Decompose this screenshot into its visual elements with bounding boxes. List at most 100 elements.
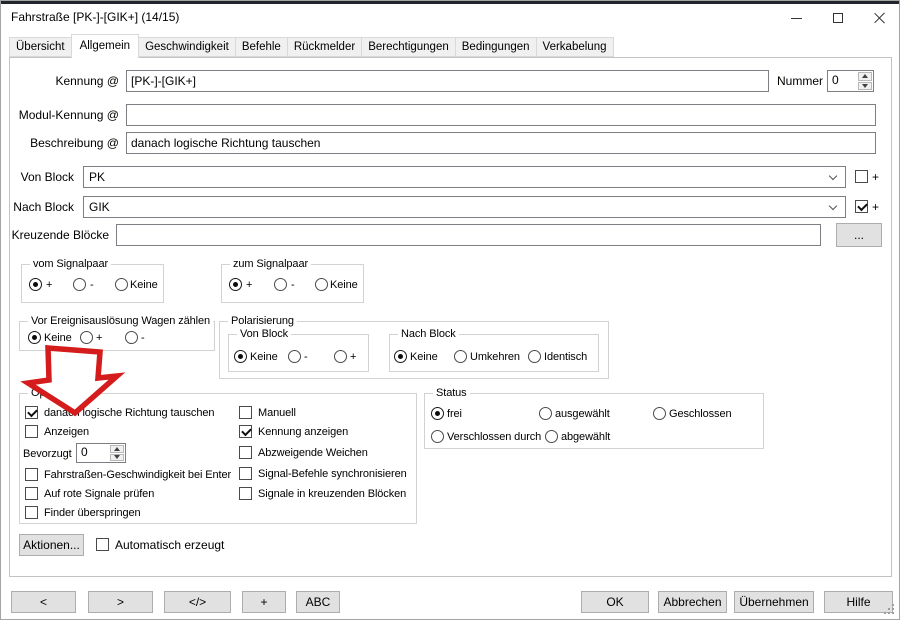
pol-von-keine-radio[interactable] (234, 350, 247, 363)
tab-uebersicht[interactable]: Übersicht (9, 37, 72, 57)
pol-von-keine-label: Keine (250, 351, 278, 364)
vom-signalpaar-keine-radio[interactable] (115, 278, 128, 291)
wagen-zaehlen-minus-radio[interactable] (125, 331, 138, 344)
wagen-zaehlen-keine-radio[interactable] (28, 331, 41, 344)
wagen-zaehlen-plus-label: + (96, 332, 102, 345)
von-block-label: Von Block (11, 170, 74, 185)
nav-add-button[interactable]: + (242, 591, 286, 613)
spin-up-icon[interactable] (110, 445, 124, 453)
pol-nach-identisch-radio[interactable] (528, 350, 541, 363)
nummer-spinner[interactable]: 0 (827, 70, 874, 92)
zum-signalpaar-plus-radio[interactable] (229, 278, 242, 291)
vom-signalpaar-plus-label: + (46, 279, 52, 292)
status-abgewaehlt-radio[interactable] (545, 430, 558, 443)
vom-signalpaar-title: vom Signalpaar (30, 258, 111, 271)
pol-nach-identisch-label: Identisch (544, 351, 587, 364)
tab-befehle[interactable]: Befehle (235, 37, 288, 57)
spin-down-icon[interactable] (110, 454, 124, 462)
maximize-button[interactable] (817, 4, 859, 32)
pol-nach-keine-radio[interactable] (394, 350, 407, 363)
spin-down-icon[interactable] (858, 82, 872, 91)
von-block-combobox[interactable]: PK (83, 166, 846, 188)
anzeigen-checkbox[interactable] (25, 425, 38, 438)
abbrechen-button[interactable]: Abbrechen (658, 591, 727, 613)
kennung-anzeigen-checkbox[interactable] (239, 425, 252, 438)
tab-verkabelung[interactable]: Verkabelung (536, 37, 614, 57)
signal-befehle-sync-checkbox[interactable] (239, 467, 252, 480)
zum-signalpaar-keine-radio[interactable] (315, 278, 328, 291)
manuell-label: Manuell (258, 407, 296, 420)
tab-allgemein[interactable]: Allgemein (71, 34, 140, 58)
nach-block-plus-label: + (872, 200, 879, 215)
status-title: Status (433, 387, 470, 400)
bevorzugt-value: 0 (77, 444, 109, 462)
vom-signalpaar-minus-label: - (90, 279, 94, 292)
finder-ueberspringen-checkbox[interactable] (25, 506, 38, 519)
status-frei-radio[interactable] (431, 407, 444, 420)
status-verschlossen-label: Verschlossen durch (447, 431, 541, 444)
pol-von-minus-radio[interactable] (288, 350, 301, 363)
bevorzugt-spinner[interactable]: 0 (76, 443, 126, 463)
zum-signalpaar-minus-label: - (291, 279, 295, 292)
bevorzugt-label: Bevorzugt (23, 448, 72, 461)
nach-block-combobox[interactable]: GIK (83, 196, 846, 218)
nav-abc-button[interactable]: ABC (296, 591, 340, 613)
beschreibung-input[interactable] (126, 132, 876, 154)
status-geschlossen-label: Geschlossen (669, 408, 732, 421)
nav-next-button[interactable]: > (88, 591, 153, 613)
chevron-down-icon (829, 172, 837, 180)
finder-ueberspringen-label: Finder überspringen (44, 507, 141, 520)
status-geschlossen-radio[interactable] (653, 407, 666, 420)
nav-prev-button[interactable]: < (11, 591, 76, 613)
signale-kreuzende-bloecke-checkbox[interactable] (239, 487, 252, 500)
tab-rueckmelder[interactable]: Rückmelder (287, 37, 362, 57)
anzeigen-label: Anzeigen (44, 426, 89, 439)
tab-geschwindigkeit[interactable]: Geschwindigkeit (138, 37, 236, 57)
manuell-checkbox[interactable] (239, 406, 252, 419)
close-icon (874, 12, 886, 24)
vom-signalpaar-keine-label: Keine (130, 279, 158, 292)
tab-bedingungen[interactable]: Bedingungen (455, 37, 537, 57)
vom-signalpaar-minus-radio[interactable] (73, 278, 86, 291)
kennung-input[interactable] (126, 70, 769, 92)
ok-button[interactable]: OK (581, 591, 649, 613)
modul-kennung-input[interactable] (126, 104, 876, 126)
wagen-zaehlen-keine-label: Keine (44, 332, 72, 345)
nummer-label: Nummer (767, 74, 823, 89)
status-ausgewaehlt-radio[interactable] (539, 407, 552, 420)
nav-code-button[interactable]: </> (164, 591, 231, 613)
von-block-plus-checkbox[interactable] (855, 170, 868, 183)
automatisch-erzeugt-checkbox[interactable] (96, 538, 109, 551)
modul-kennung-label: Modul-Kennung @ (11, 108, 119, 123)
spin-up-icon[interactable] (858, 72, 872, 81)
auf-rote-signale-checkbox[interactable] (25, 487, 38, 500)
chevron-down-icon (829, 202, 837, 210)
pol-nach-keine-label: Keine (410, 351, 438, 364)
wagen-zaehlen-plus-radio[interactable] (80, 331, 93, 344)
zum-signalpaar-minus-radio[interactable] (274, 278, 287, 291)
kreuzende-bloecke-input[interactable] (116, 224, 821, 246)
polarisierung-title: Polarisierung (228, 315, 297, 328)
kennung-label: Kennung @ (21, 74, 119, 89)
pol-nach-umkehren-radio[interactable] (454, 350, 467, 363)
window-title: Fahrstraße [PK-]-[GIK+] (14/15) (11, 10, 179, 24)
hilfe-button[interactable]: Hilfe (824, 591, 893, 613)
abzweigende-weichen-checkbox[interactable] (239, 446, 252, 459)
abzweigende-weichen-label: Abzweigende Weichen (258, 447, 368, 460)
minimize-button[interactable] (775, 4, 817, 32)
resize-grip-icon[interactable] (884, 604, 896, 616)
close-button[interactable] (859, 4, 900, 32)
danach-richtung-tauschen-checkbox[interactable] (25, 406, 38, 419)
nach-block-plus-checkbox[interactable] (855, 200, 868, 213)
tab-berechtigungen[interactable]: Berechtigungen (361, 37, 456, 57)
fahrstrassen-geschwindigkeit-checkbox[interactable] (25, 468, 38, 481)
status-verschlossen-radio[interactable] (431, 430, 444, 443)
vom-signalpaar-plus-radio[interactable] (29, 278, 42, 291)
status-frei-label: frei (447, 408, 462, 421)
aktionen-button[interactable]: Aktionen... (19, 534, 84, 556)
pol-von-plus-radio[interactable] (334, 350, 347, 363)
kreuzende-bloecke-more-button[interactable]: ... (836, 223, 882, 247)
uebernehmen-button[interactable]: Übernehmen (734, 591, 814, 613)
pol-von-plus-label: + (350, 351, 356, 364)
beschreibung-label: Beschreibung @ (11, 136, 119, 151)
